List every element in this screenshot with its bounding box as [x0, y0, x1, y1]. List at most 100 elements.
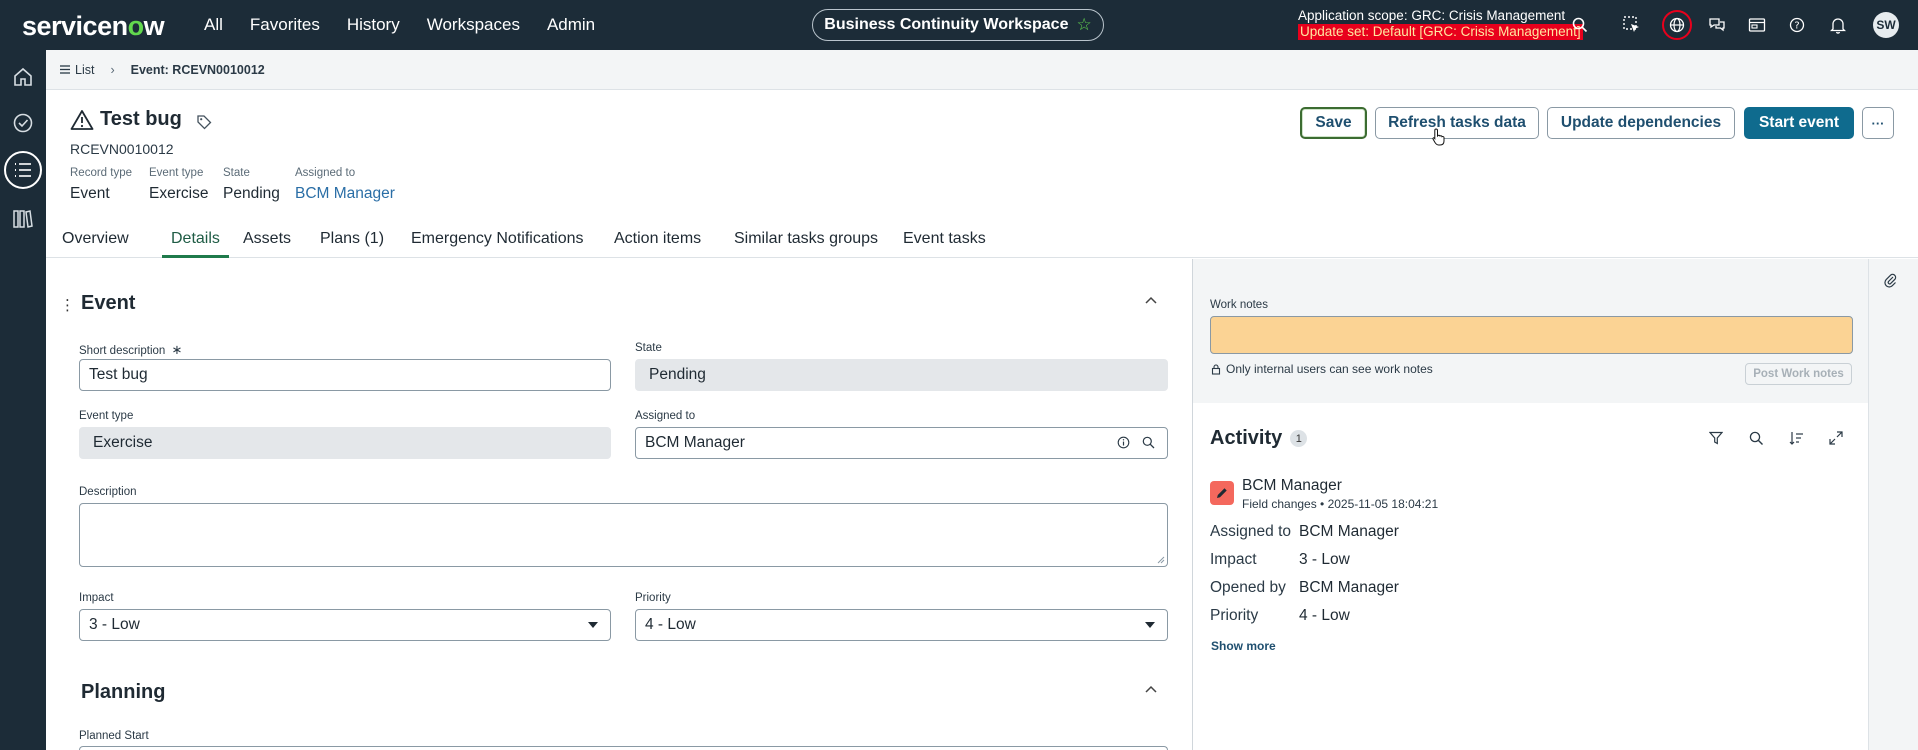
globe-icon[interactable] — [1662, 10, 1692, 40]
application-scope[interactable]: Application scope: GRC: Crisis Managemen… — [1298, 8, 1583, 40]
impact-label: Impact — [79, 592, 114, 604]
update-set-badge: Update set: Default [GRC: Crisis Managem… — [1298, 24, 1583, 40]
change-label: Impact — [1210, 551, 1257, 568]
tab-assets[interactable]: Assets — [243, 230, 291, 258]
resize-handle-icon[interactable] — [1157, 556, 1165, 564]
breadcrumb-list-link[interactable]: List — [60, 63, 94, 77]
show-more-link[interactable]: Show more — [1211, 639, 1276, 653]
more-actions-button[interactable]: ··· — [1862, 107, 1894, 139]
nav-workspaces[interactable]: Workspaces — [427, 15, 520, 35]
meta-value: Pending — [223, 185, 280, 202]
mouse-pointer-icon — [1432, 128, 1445, 146]
work-notes-input[interactable] — [1210, 316, 1853, 354]
assigned-to-label: Assigned to — [635, 410, 696, 422]
priority-label: Priority — [635, 592, 671, 604]
library-icon[interactable] — [8, 204, 38, 234]
work-notes-hint: Only internal users can see work notes — [1211, 362, 1433, 376]
state-value: Pending — [649, 366, 706, 383]
nav-all[interactable]: All — [204, 15, 223, 35]
expand-icon[interactable] — [1826, 428, 1846, 448]
start-event-button[interactable]: Start event — [1744, 107, 1854, 139]
activity-header: Activity 1 — [1210, 427, 1308, 450]
activity-entry-author: BCM Manager — [1242, 477, 1342, 494]
cursor-select-icon[interactable] — [1620, 13, 1644, 37]
activity-count-badge: 1 — [1290, 430, 1308, 447]
meta-label: Assigned to — [295, 167, 356, 179]
change-value: BCM Manager — [1299, 579, 1399, 596]
assigned-to-input[interactable]: BCM Manager — [635, 427, 1168, 459]
sort-icon[interactable] — [1786, 428, 1806, 448]
required-mark: ∗ — [171, 342, 183, 357]
event-type-field: Exercise — [79, 427, 611, 459]
info-icon[interactable] — [1117, 436, 1130, 449]
tab-event-tasks[interactable]: Event tasks — [903, 230, 986, 258]
tab-action-items[interactable]: Action items — [614, 230, 701, 258]
priority-select[interactable]: 4 - Low — [635, 609, 1168, 641]
tab-overview[interactable]: Overview — [62, 230, 129, 258]
short-description-input[interactable]: Test bug — [79, 359, 611, 391]
star-icon[interactable]: ☆ — [1076, 15, 1091, 35]
attachment-icon[interactable] — [1883, 272, 1897, 293]
breadcrumb: List › Event: RCEVN0010012 — [46, 50, 1918, 90]
tag-icon[interactable] — [196, 114, 212, 130]
inbox-icon[interactable] — [1745, 13, 1769, 37]
servicenow-logo[interactable]: servicenow — [22, 11, 165, 42]
pencil-icon — [1210, 481, 1234, 505]
save-button[interactable]: Save — [1300, 107, 1367, 139]
assigned-to-link[interactable]: BCM Manager — [295, 185, 395, 203]
change-label: Assigned to — [1210, 523, 1291, 540]
short-description-label: Short description ∗ — [79, 342, 182, 358]
tab-similar-tasks-groups[interactable]: Similar tasks groups — [734, 230, 878, 258]
activity-title: Activity — [1210, 427, 1283, 449]
tab-emergency-notifications[interactable]: Emergency Notifications — [411, 230, 584, 258]
breadcrumb-list-label: List — [75, 62, 95, 77]
planned-start-input[interactable] — [79, 746, 1168, 750]
user-avatar[interactable]: SW — [1873, 12, 1899, 38]
chat-icon[interactable] — [1705, 13, 1729, 37]
work-notes-hint-text: Only internal users can see work notes — [1226, 362, 1433, 376]
collapse-planning-icon[interactable] — [1144, 681, 1158, 697]
short-description-value: Test bug — [89, 366, 148, 383]
list-icon[interactable] — [4, 151, 42, 189]
post-work-notes-button[interactable]: Post Work notes — [1745, 363, 1852, 385]
tab-details[interactable]: Details — [162, 230, 229, 258]
filter-icon[interactable] — [1706, 428, 1726, 448]
lock-icon — [1211, 363, 1221, 375]
change-value: 4 - Low — [1299, 607, 1350, 624]
lookup-search-icon[interactable] — [1142, 436, 1155, 449]
workspace-pill[interactable]: Business Continuity Workspace ☆ — [812, 9, 1104, 41]
page-title: Test bug — [100, 108, 182, 130]
refresh-tasks-data-button[interactable]: Refresh tasks data — [1375, 107, 1539, 139]
tab-plans[interactable]: Plans (1) — [320, 230, 384, 258]
notifications-bell-icon[interactable] — [1826, 13, 1850, 37]
search-icon[interactable] — [1568, 13, 1592, 37]
section-menu-icon[interactable]: ⋮ — [60, 296, 75, 314]
collapse-section-icon[interactable] — [1144, 292, 1158, 308]
change-value: 3 - Low — [1299, 551, 1350, 568]
breadcrumb-current: Event: RCEVN0010012 — [130, 62, 265, 77]
section-event-title: Event — [81, 292, 136, 314]
record-number: RCEVN0010012 — [70, 141, 174, 157]
activity-search-icon[interactable] — [1746, 428, 1766, 448]
utility-strip — [1868, 259, 1918, 750]
change-label: Priority — [1210, 607, 1259, 624]
description-textarea[interactable] — [79, 503, 1168, 567]
impact-select[interactable]: 3 - Low — [79, 609, 611, 641]
nav-favorites[interactable]: Favorites — [250, 15, 320, 35]
meta-record-type: Record type Event — [70, 167, 132, 203]
check-circle-icon[interactable] — [8, 108, 38, 138]
update-dependencies-button[interactable]: Update dependencies — [1547, 107, 1735, 139]
meta-value: Event — [70, 185, 110, 202]
nav-admin[interactable]: Admin — [547, 15, 595, 35]
chevron-right-icon: › — [110, 62, 115, 77]
home-icon[interactable] — [8, 62, 38, 92]
nav-history[interactable]: History — [347, 15, 400, 35]
state-label: State — [635, 342, 662, 354]
event-type-value: Exercise — [93, 434, 153, 451]
state-field: Pending — [635, 359, 1168, 391]
help-icon[interactable]: ? — [1785, 13, 1809, 37]
description-label: Description — [79, 486, 137, 498]
change-value: BCM Manager — [1299, 523, 1399, 540]
assigned-to-icons — [1117, 436, 1155, 449]
left-rail — [0, 50, 46, 750]
